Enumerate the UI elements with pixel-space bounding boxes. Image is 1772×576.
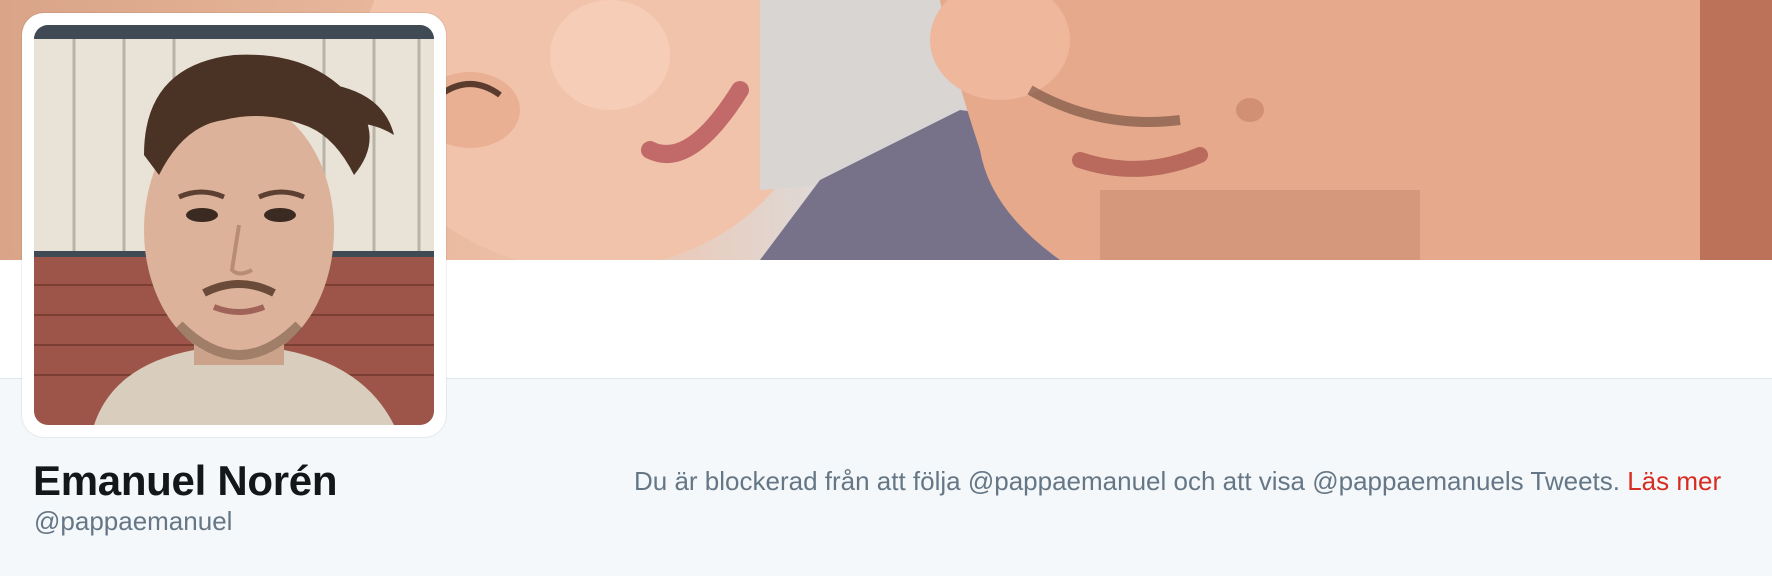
profile-handle[interactable]: @pappaemanuel xyxy=(34,504,232,538)
avatar[interactable] xyxy=(34,25,434,425)
blocked-notice: Du är blockerad från att följa @pappaema… xyxy=(634,462,1754,500)
avatar-frame xyxy=(22,13,446,437)
learn-more-link[interactable]: Läs mer xyxy=(1627,466,1721,496)
profile-page: Emanuel Norén @pappaemanuel Du är blocke… xyxy=(0,0,1772,576)
profile-name[interactable]: Emanuel Norén xyxy=(33,457,337,505)
blocked-notice-text: Du är blockerad från att följa @pappaema… xyxy=(634,466,1628,496)
